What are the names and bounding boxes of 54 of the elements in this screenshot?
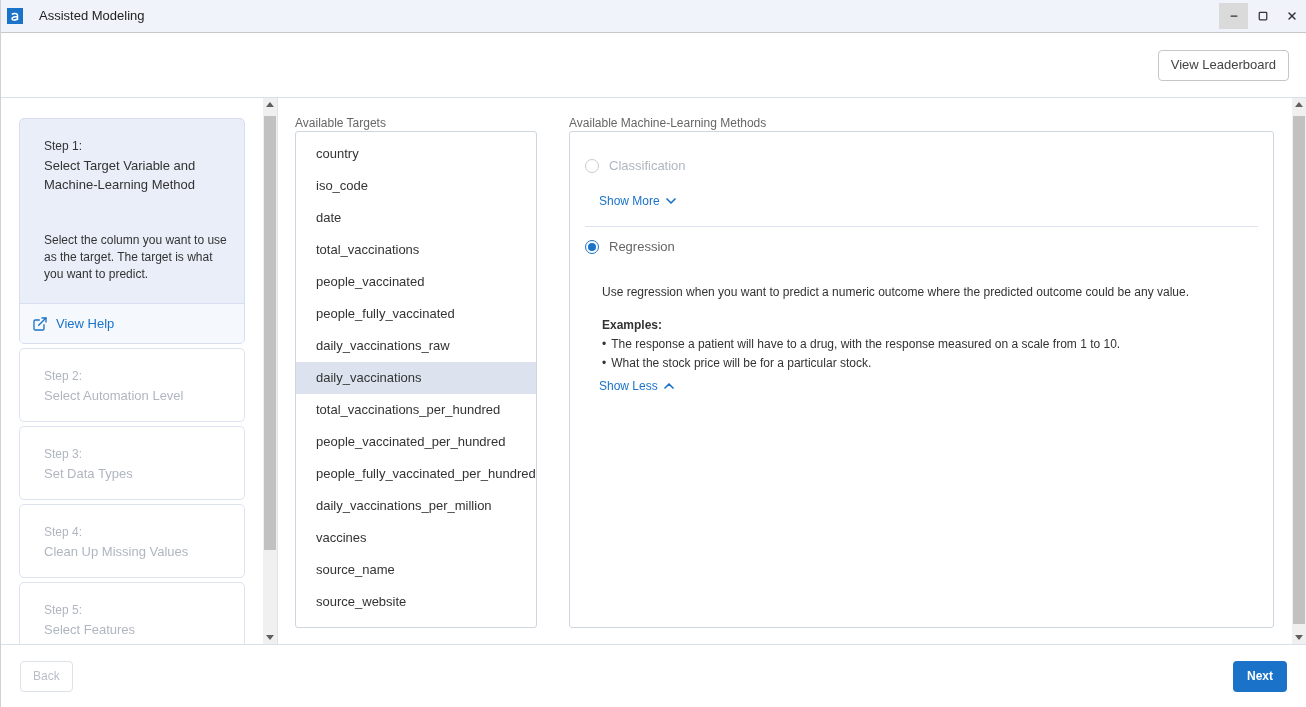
app-logo-icon: [7, 8, 23, 24]
scroll-thumb[interactable]: [264, 116, 276, 550]
target-item[interactable]: vaccines: [296, 522, 536, 554]
step-title: Select Target Variable and Machine-Learning Method: [44, 157, 197, 194]
view-leaderboard-button[interactable]: View Leaderboard: [1157, 49, 1289, 81]
method-label: Classification: [609, 157, 686, 176]
target-item[interactable]: source_name: [296, 554, 536, 586]
bullet: •: [602, 336, 607, 353]
target-item[interactable]: country: [296, 138, 536, 170]
scrollbar[interactable]: [263, 98, 277, 644]
example-text: The response a patient will have to a drug, with the response measured on a scale from 1 to 10.: [611, 336, 1121, 353]
step-card[interactable]: Step 1: Select Target Variable and Machine-Learning Method Select the column you want to use as the target. The target is what you want to predict. View Help: [19, 118, 245, 344]
target-item[interactable]: people_vaccinated: [296, 266, 536, 298]
methods-label: Available Machine-Learning Methods: [569, 115, 768, 131]
scroll-down-icon[interactable]: [1295, 635, 1303, 640]
window-title: Assisted Modeling: [39, 7, 145, 26]
scroll-up-icon[interactable]: [1295, 102, 1303, 107]
targets-label: Available Targets: [295, 115, 387, 131]
step-number: Step 5:: [44, 602, 84, 619]
scrollbar[interactable]: [1292, 98, 1306, 644]
step-number: Step 1:: [44, 138, 84, 155]
step-title: Clean Up Missing Values: [44, 543, 190, 561]
target-item[interactable]: iso_code: [296, 170, 536, 202]
bullet: •: [602, 355, 607, 372]
next-button[interactable]: Next: [1233, 660, 1287, 692]
target-item[interactable]: daily_vaccinations_per_million: [296, 490, 536, 522]
target-item[interactable]: total_vaccinations_per_hundred: [296, 394, 536, 426]
example-text: What the stock price will be for a particular stock.: [611, 355, 872, 372]
step-description: Select the column you want to use as the target. The target is what you want to predict.: [44, 232, 228, 283]
examples-heading: Examples:: [602, 317, 664, 334]
target-item[interactable]: total_vaccinations: [296, 234, 536, 266]
step-title: Set Data Types: [44, 465, 134, 483]
close-icon: [1285, 10, 1298, 22]
target-item[interactable]: people_fully_vaccinated_per_hundred: [296, 458, 536, 490]
method-description: Use regression when you want to predict a numeric outcome where the predicted outcome could be any value.: [602, 284, 1190, 301]
step-title: Select Features: [44, 621, 137, 639]
step-number: Step 3:: [44, 446, 84, 463]
scroll-down-icon[interactable]: [266, 635, 274, 640]
scroll-thumb[interactable]: [1293, 116, 1305, 624]
show-toggle-link[interactable]: Show Less: [599, 377, 677, 395]
method-label: Regression: [609, 238, 675, 257]
target-item[interactable]: daily_vaccinations: [296, 362, 536, 394]
maximize-icon: [1257, 11, 1268, 21]
view-help-link[interactable]: View Help: [32, 313, 115, 334]
scroll-up-icon[interactable]: [266, 102, 274, 107]
step-title: Select Automation Level: [44, 387, 185, 405]
target-item[interactable]: source_website: [296, 586, 536, 618]
step-number: Step 2:: [44, 368, 84, 385]
target-item[interactable]: people_fully_vaccinated: [296, 298, 536, 330]
target-item[interactable]: daily_vaccinations_raw: [296, 330, 536, 362]
target-item[interactable]: date: [296, 202, 536, 234]
step-number: Step 4:: [44, 524, 84, 541]
external-link-icon: [32, 315, 48, 332]
target-item[interactable]: people_vaccinated_per_hundred: [296, 426, 536, 458]
